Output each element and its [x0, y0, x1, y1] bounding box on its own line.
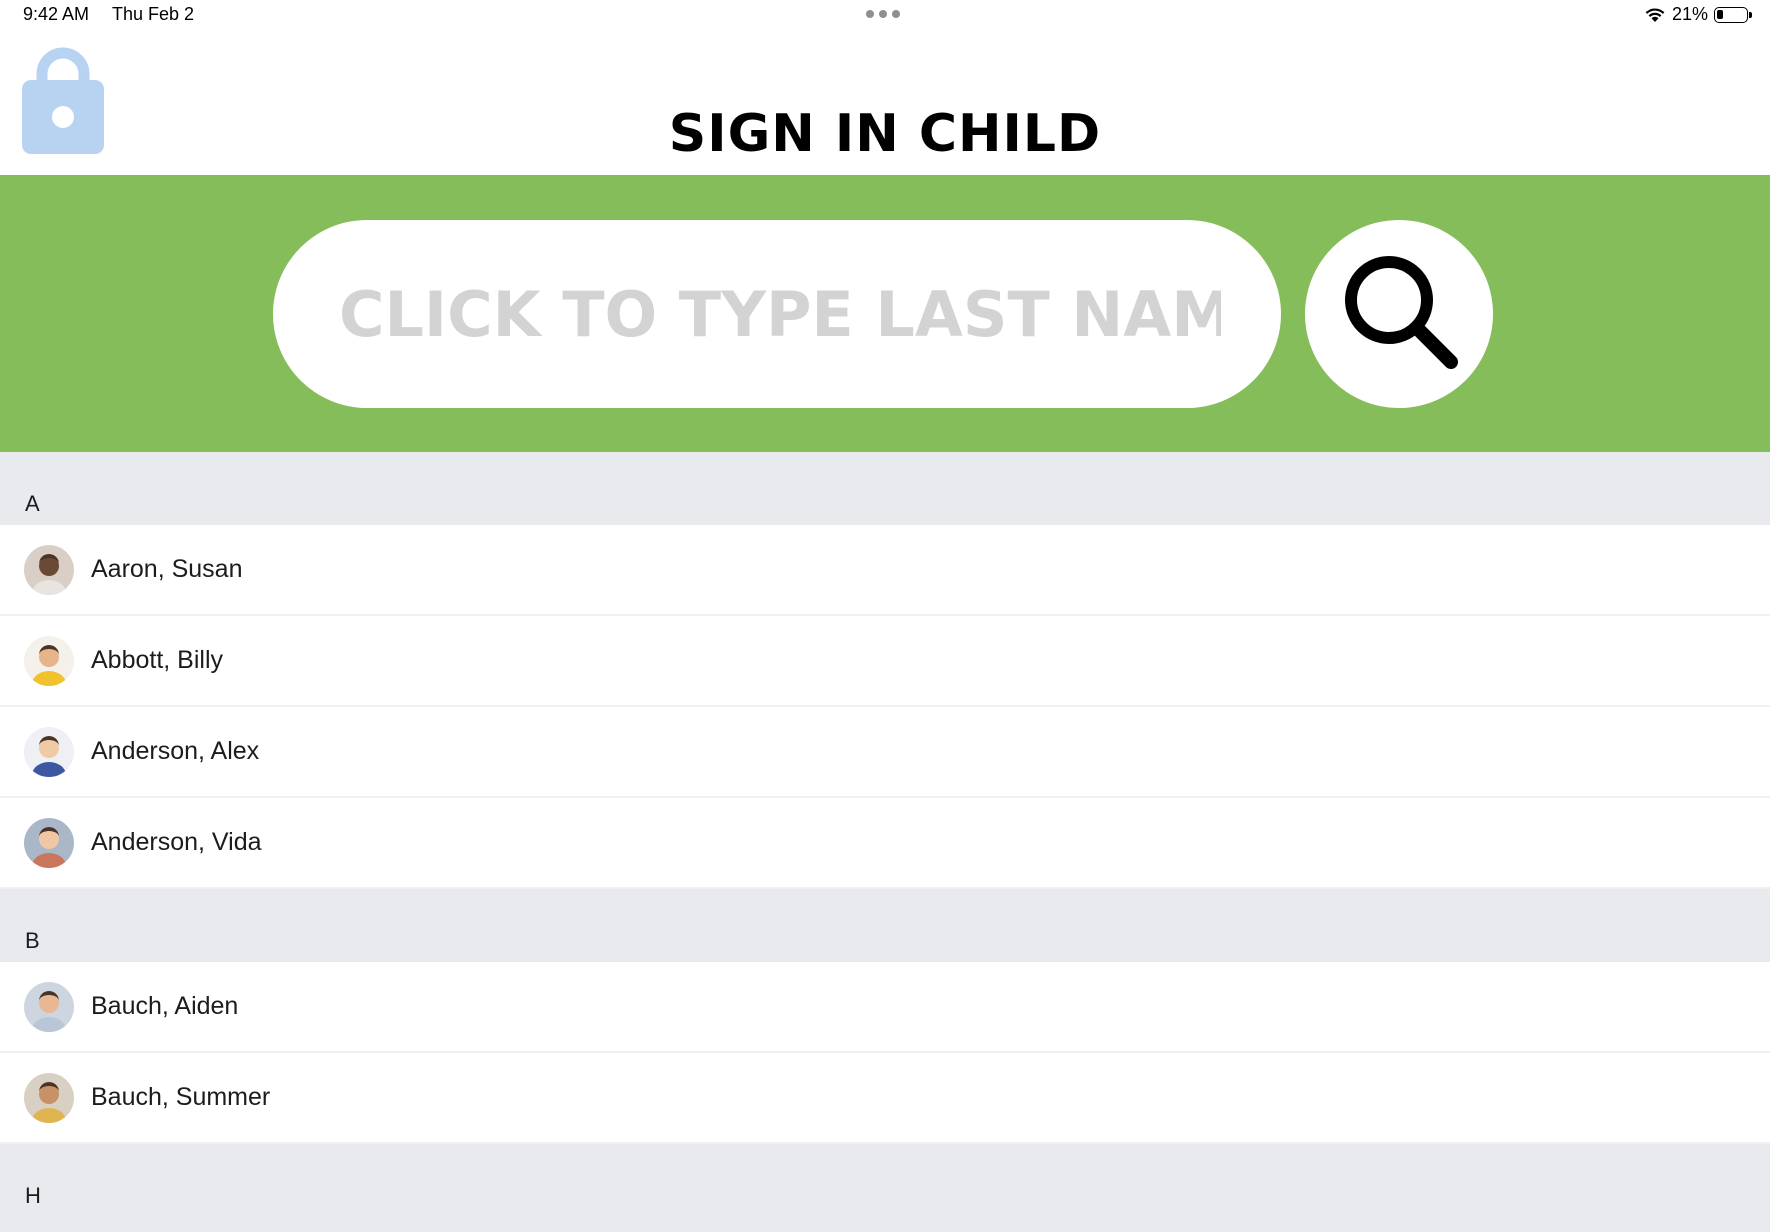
screen: 9:42 AM Thu Feb 2 21% SIGN IN CHILD CLIC…: [0, 0, 1770, 1232]
section-letter: B: [25, 928, 40, 953]
status-indicators: 21%: [1644, 4, 1752, 25]
section-letter: A: [25, 491, 40, 516]
child-row[interactable]: Aaron, Susan: [0, 525, 1770, 616]
battery-icon: [1714, 6, 1752, 23]
status-time: 9:42 AM: [23, 4, 90, 24]
child-row[interactable]: Abbott, Billy: [0, 616, 1770, 707]
last-name-search-input[interactable]: [273, 220, 1281, 408]
child-row[interactable]: Bauch, Aiden: [0, 962, 1770, 1053]
child-row[interactable]: Anderson, Vida: [0, 798, 1770, 889]
child-name: Anderson, Alex: [91, 737, 260, 765]
child-name: Aaron, Susan: [91, 555, 243, 583]
child-avatar: [24, 545, 74, 595]
section-header-b: B: [0, 889, 1770, 962]
section-letter: H: [25, 1183, 41, 1208]
child-avatar: [24, 1073, 74, 1123]
child-name: Abbott, Billy: [91, 646, 224, 674]
status-bar: 9:42 AM Thu Feb 2 21%: [0, 0, 1770, 30]
search-icon: [1345, 256, 1458, 369]
child-avatar: [24, 727, 74, 777]
child-name: Bauch, Aiden: [91, 992, 239, 1020]
wifi-icon: [1645, 7, 1665, 22]
status-date: Thu Feb 2: [112, 4, 195, 24]
battery-level: [1717, 9, 1723, 19]
page-title: SIGN IN CHILD: [668, 104, 1102, 164]
search-band: [0, 175, 1770, 452]
battery-percent: 21%: [1671, 4, 1708, 24]
child-row[interactable]: Anderson, Alex: [0, 707, 1770, 798]
child-avatar: [24, 982, 74, 1032]
child-list[interactable]: A Aaron, Susan Abbott, Billy Anderson, Alex…: [0, 452, 1770, 1232]
child-name: Anderson, Vida: [91, 828, 262, 856]
child-name: Bauch, Summer: [91, 1083, 271, 1111]
search-button[interactable]: [1305, 220, 1493, 408]
section-header-h: H: [0, 1144, 1770, 1217]
child-avatar: [24, 636, 74, 686]
child-row[interactable]: Bauch, Summer: [0, 1053, 1770, 1144]
child-avatar: [24, 818, 74, 868]
multitasking-dots-icon[interactable]: [866, 10, 900, 18]
section-header-a: A: [0, 452, 1770, 525]
